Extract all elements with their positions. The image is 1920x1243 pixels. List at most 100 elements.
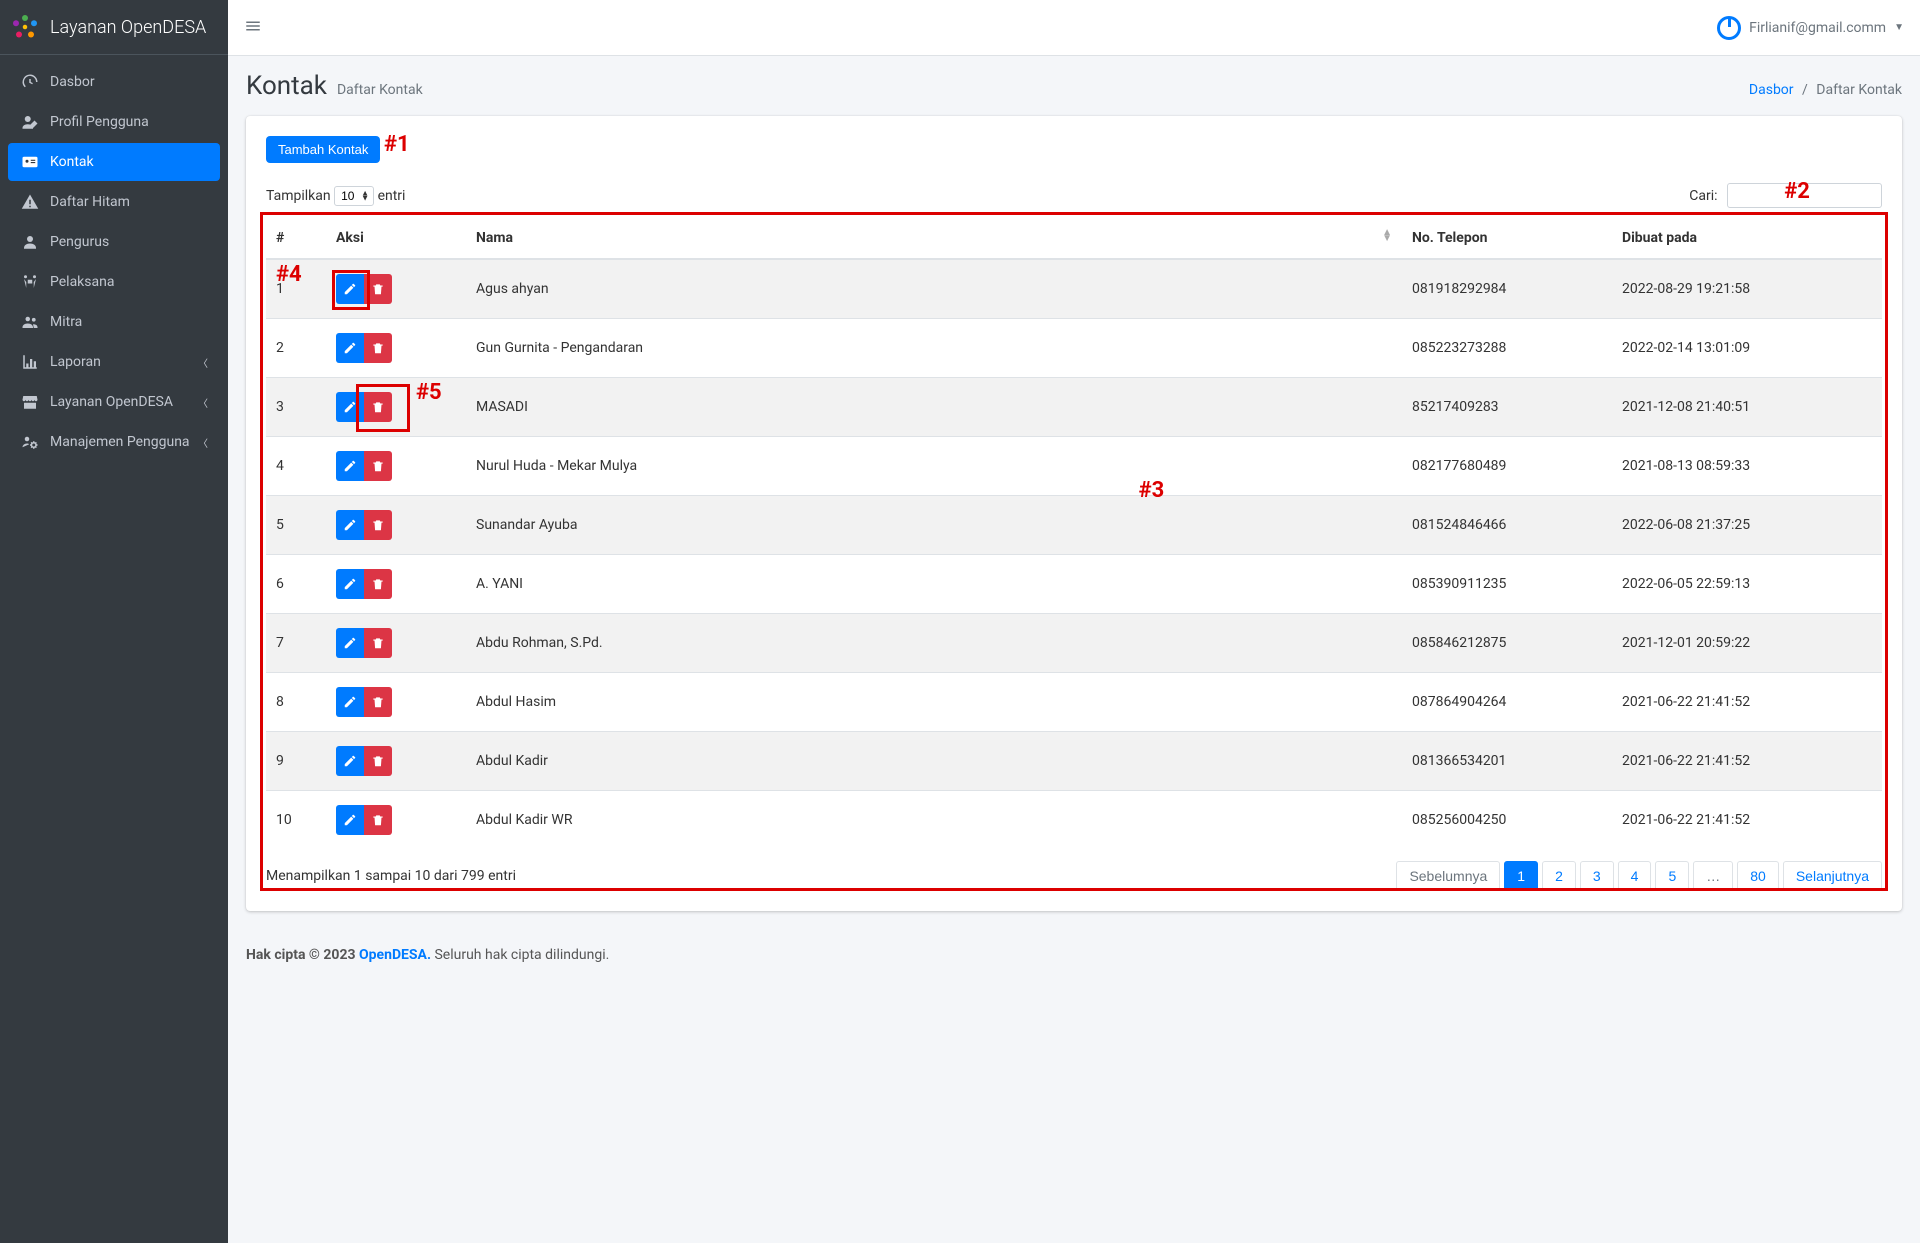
warning-icon — [20, 193, 40, 211]
cell-tel: 085390911235 — [1402, 555, 1612, 614]
hamburger-icon[interactable] — [244, 17, 262, 39]
delete-button[interactable] — [364, 392, 392, 422]
cell-nama: Abdul Kadir WR — [466, 791, 1402, 850]
table-search-control: Cari: #2 — [1689, 183, 1882, 208]
edit-button[interactable] — [336, 451, 364, 481]
page-ellipsis: … — [1693, 861, 1733, 891]
sidebar-item-kontak[interactable]: Kontak — [8, 143, 220, 181]
brand-logo-icon — [10, 12, 40, 42]
brand[interactable]: Layanan OpenDESA — [0, 0, 228, 55]
cell-num: 7 — [266, 614, 326, 673]
sidebar-item-dasbor[interactable]: Dasbor — [8, 63, 220, 101]
sidebar-item-label: Pelaksana — [50, 274, 114, 290]
sidebar-item-daftar-hitam[interactable]: Daftar Hitam — [8, 183, 220, 221]
cell-nama: Sunandar Ayuba — [466, 496, 1402, 555]
edit-button[interactable] — [336, 510, 364, 540]
delete-button[interactable] — [364, 687, 392, 717]
page-next[interactable]: Selanjutnya — [1783, 861, 1882, 891]
table-row: 4Nurul Huda - Mekar Mulya082177680489202… — [266, 437, 1882, 496]
chart-icon — [20, 353, 40, 371]
user-icon — [20, 233, 40, 251]
cell-tel: 85217409283 — [1402, 378, 1612, 437]
cell-num: 8 — [266, 673, 326, 732]
search-input[interactable] — [1727, 183, 1882, 208]
cell-tel: 081524846466 — [1402, 496, 1612, 555]
col-header-nama[interactable]: Nama▲▼ — [466, 218, 1402, 259]
col-header-date[interactable]: Dibuat pada — [1612, 218, 1882, 259]
delete-button[interactable] — [364, 274, 392, 304]
add-contact-button[interactable]: Tambah Kontak — [266, 136, 380, 163]
breadcrumb-root[interactable]: Dasbor — [1749, 82, 1794, 98]
annotation-5: #5 — [416, 380, 442, 405]
sidebar-item-profil-pengguna[interactable]: Profil Pengguna — [8, 103, 220, 141]
cell-date: 2022-06-08 21:37:25 — [1612, 496, 1882, 555]
col-header-num[interactable]: # — [266, 218, 326, 259]
cell-date: 2022-08-29 19:21:58 — [1612, 259, 1882, 319]
edit-button[interactable] — [336, 746, 364, 776]
col-header-aksi[interactable]: Aksi — [326, 218, 466, 259]
sidebar-item-manajemen-pengguna[interactable]: Manajemen Pengguna〈 — [8, 423, 220, 461]
cell-tel: 081918292984 — [1402, 259, 1612, 319]
chevron-left-icon: 〈 — [198, 435, 208, 450]
users-cog-icon — [20, 433, 40, 451]
page-4[interactable]: 4 — [1618, 861, 1652, 891]
table-row: 3#5MASADI852174092832021-12-08 21:40:51 — [266, 378, 1882, 437]
edit-button[interactable] — [336, 392, 364, 422]
edit-button[interactable] — [336, 333, 364, 363]
delete-button[interactable] — [364, 628, 392, 658]
page-size-select[interactable]: 10 — [334, 186, 374, 206]
table-info: Menampilkan 1 sampai 10 dari 799 entri — [266, 868, 516, 884]
cell-tel: 081366534201 — [1402, 732, 1612, 791]
delete-button[interactable] — [364, 333, 392, 363]
edit-button[interactable] — [336, 569, 364, 599]
sidebar-item-mitra[interactable]: Mitra — [8, 303, 220, 341]
cell-date: 2021-12-01 20:59:22 — [1612, 614, 1882, 673]
breadcrumb: Dasbor / Daftar Kontak — [1749, 82, 1902, 98]
cell-date: 2021-06-22 21:41:52 — [1612, 732, 1882, 791]
cell-num: 10 — [266, 791, 326, 850]
table-row: 7Abdu Rohman, S.Pd.0858462128752021-12-0… — [266, 614, 1882, 673]
page-2[interactable]: 2 — [1542, 861, 1576, 891]
copyright: Hak cipta © 2023 OpenDESA. Seluruh hak c… — [228, 931, 1920, 979]
user-menu[interactable]: Firlianif@gmail.comm ▼ — [1717, 16, 1904, 40]
sidebar-item-layanan-opendesa[interactable]: Layanan OpenDESA〈 — [8, 383, 220, 421]
footer-link[interactable]: OpenDESA. — [359, 947, 431, 963]
sidebar-item-pengurus[interactable]: Pengurus — [8, 223, 220, 261]
page-80[interactable]: 80 — [1737, 861, 1779, 891]
power-icon — [1717, 16, 1741, 40]
cell-tel: 087864904264 — [1402, 673, 1612, 732]
delete-button[interactable] — [364, 805, 392, 835]
table-length-control: Tampilkan 10 ▲▼ entri — [266, 186, 405, 206]
cell-nama: Agus ahyan — [466, 259, 1402, 319]
page-3[interactable]: 3 — [1580, 861, 1614, 891]
page-5[interactable]: 5 — [1655, 861, 1689, 891]
edit-button[interactable] — [336, 805, 364, 835]
card: Tambah Kontak #1 Tampilkan 10 ▲▼ entri C… — [246, 116, 1902, 911]
col-header-tel[interactable]: No. Telepon — [1402, 218, 1612, 259]
sidebar-item-label: Kontak — [50, 154, 94, 170]
sidebar-item-pelaksana[interactable]: Pelaksana — [8, 263, 220, 301]
delete-button[interactable] — [364, 569, 392, 599]
address-card-icon — [20, 153, 40, 171]
delete-button[interactable] — [364, 510, 392, 540]
delete-button[interactable] — [364, 451, 392, 481]
page-1[interactable]: 1 — [1504, 861, 1538, 891]
edit-button[interactable] — [336, 628, 364, 658]
sidebar-item-label: Mitra — [50, 314, 82, 330]
people-carry-icon — [20, 273, 40, 291]
cell-num: 1 — [266, 259, 326, 319]
edit-button[interactable] — [336, 274, 364, 304]
delete-button[interactable] — [364, 746, 392, 776]
chevron-left-icon: 〈 — [198, 355, 208, 370]
cell-nama: MASADI — [466, 378, 1402, 437]
page-prev[interactable]: Sebelumnya — [1396, 861, 1500, 891]
sidebar-item-laporan[interactable]: Laporan〈 — [8, 343, 220, 381]
pagination: Sebelumnya12345…80Selanjutnya — [1396, 861, 1882, 891]
cell-tel: 082177680489 — [1402, 437, 1612, 496]
chevron-left-icon: 〈 — [198, 395, 208, 410]
page-subtitle: Daftar Kontak — [337, 82, 423, 98]
edit-button[interactable] — [336, 687, 364, 717]
cell-date: 2021-08-13 08:59:33 — [1612, 437, 1882, 496]
cell-nama: Abdu Rohman, S.Pd. — [466, 614, 1402, 673]
sidebar-item-label: Daftar Hitam — [50, 194, 130, 210]
